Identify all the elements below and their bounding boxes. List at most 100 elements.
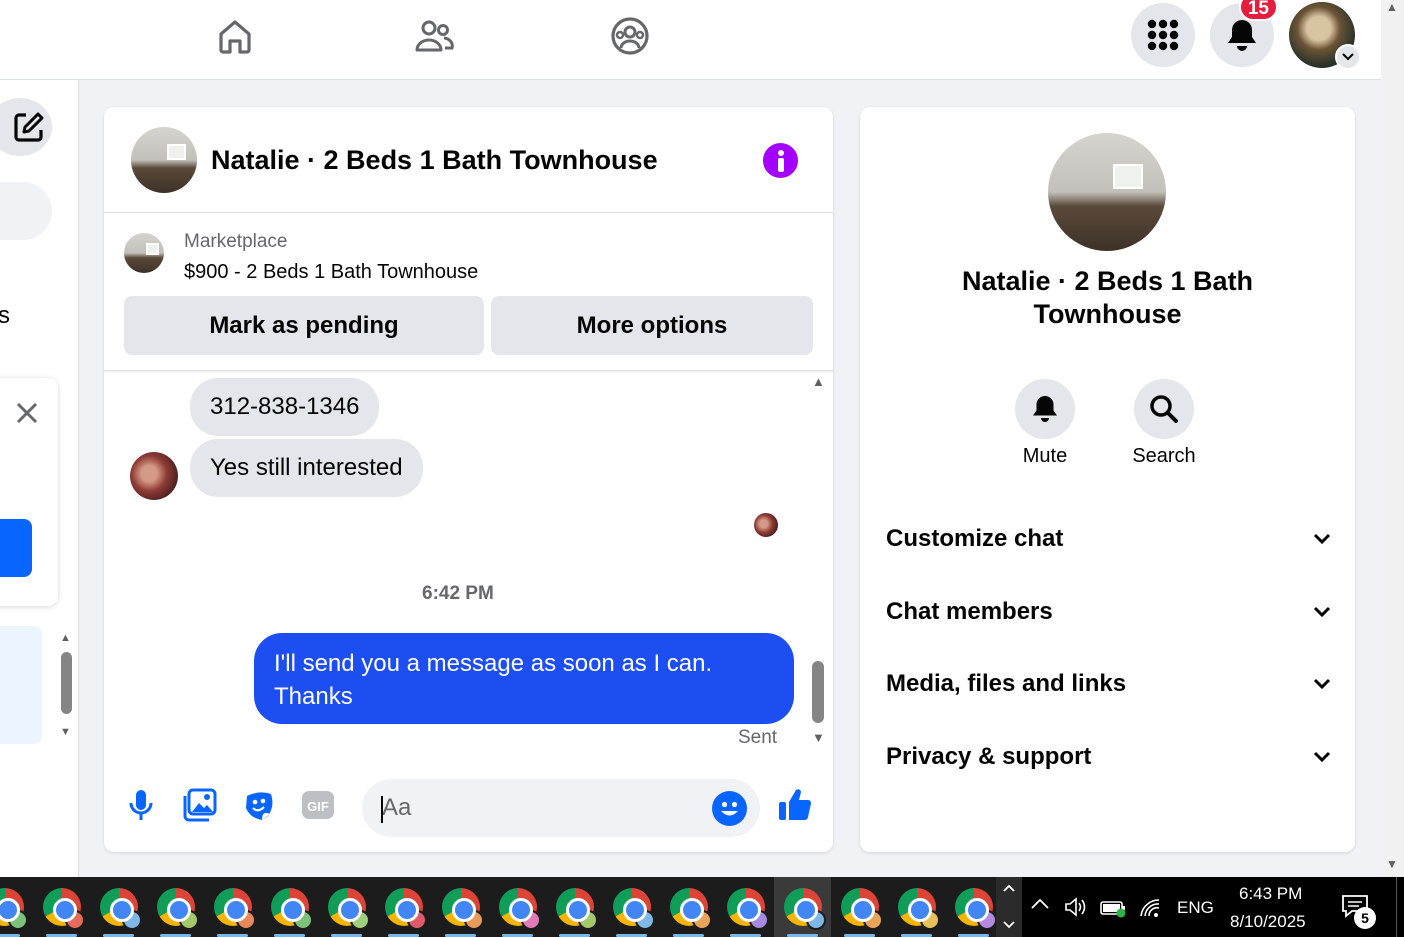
- page-scrollbar[interactable]: ▲ ▼: [1381, 0, 1404, 877]
- taskbar-chrome-window[interactable]: [945, 877, 1002, 937]
- customize-chat-section[interactable]: Customize chat: [886, 519, 1331, 559]
- close-icon[interactable]: [12, 398, 42, 428]
- search-label: Search: [1132, 445, 1196, 467]
- chat-header: Natalie · 2 Beds 1 Bath Townhouse: [104, 107, 833, 213]
- media-files-links-section[interactable]: Media, files and links: [886, 664, 1331, 704]
- message-timestamp: 6:42 PM: [422, 583, 494, 604]
- taskbar-chrome-window[interactable]: [33, 877, 90, 937]
- taskbar-chrome-window[interactable]: [0, 877, 33, 937]
- notifications-button[interactable]: 15: [1210, 0, 1278, 67]
- speaker-icon[interactable]: [1064, 896, 1088, 918]
- chrome-icon: [270, 888, 313, 930]
- taskbar-chrome-window[interactable]: [831, 877, 888, 937]
- gif-icon[interactable]: GIF: [299, 786, 337, 824]
- mute-circle[interactable]: [1015, 379, 1075, 439]
- message-composer: GIF: [104, 766, 833, 852]
- sidebar-scrollbar[interactable]: [61, 652, 72, 714]
- sender-avatar[interactable]: [130, 452, 178, 500]
- taskbar-chrome-window[interactable]: [774, 877, 831, 937]
- privacy-support-section[interactable]: Privacy & support: [886, 737, 1331, 777]
- taskbar-chrome-window[interactable]: [888, 877, 945, 937]
- page-scroll-up[interactable]: ▲: [1386, 0, 1398, 14]
- chrome-icon: [555, 888, 598, 930]
- taskbar-chrome-window[interactable]: [261, 877, 318, 937]
- incoming-message[interactable]: 312-838-1346: [190, 378, 380, 436]
- taskbar-chrome-window[interactable]: [90, 877, 147, 937]
- taskbar-chrome-window[interactable]: [375, 877, 432, 937]
- menu-grid-button[interactable]: [1131, 3, 1195, 67]
- taskbar-chrome-window[interactable]: [546, 877, 603, 937]
- outgoing-message[interactable]: I'll send you a message as soon as I can…: [254, 633, 794, 724]
- taskbar-chrome-window[interactable]: [204, 877, 261, 937]
- page-scroll-down[interactable]: ▼: [1386, 857, 1398, 871]
- listing-photo[interactable]: [131, 127, 197, 193]
- profile-badge: [748, 910, 769, 930]
- profile-badge: [121, 910, 142, 930]
- message-status: Sent: [738, 727, 778, 748]
- taskbar: ENG 6:43 PM 8/10/2025 5: [0, 877, 1404, 937]
- chat-info-button[interactable]: [763, 143, 798, 178]
- mark-as-pending-button[interactable]: Mark as pending: [124, 296, 484, 355]
- clock-date[interactable]: 8/10/2025: [1230, 912, 1306, 932]
- profile-badge: [349, 910, 370, 930]
- chevron-up-icon[interactable]: [1030, 897, 1050, 911]
- taskbar-chrome-window[interactable]: [489, 877, 546, 937]
- sidebar-scroll-down[interactable]: ▼: [60, 726, 71, 738]
- chevron-down-icon: [1313, 751, 1331, 763]
- message-thread: 312-838-1346 Yes still interested 6:42 P…: [104, 371, 833, 766]
- battery-icon[interactable]: [1100, 898, 1128, 918]
- new-message-button[interactable]: [0, 98, 52, 156]
- groups-icon[interactable]: [606, 12, 654, 60]
- chrome-icon: [0, 888, 28, 930]
- friends-icon[interactable]: [409, 12, 457, 60]
- taskbar-chrome-window[interactable]: [717, 877, 774, 937]
- search-button[interactable]: Search: [1114, 379, 1214, 468]
- chrome-icon: [840, 888, 883, 930]
- taskbar-chrome-window[interactable]: [432, 877, 489, 937]
- listing-price-title[interactable]: $900 - 2 Beds 1 Bath Townhouse: [184, 261, 478, 284]
- microphone-icon[interactable]: [122, 786, 160, 824]
- taskbar-chrome-window[interactable]: [660, 877, 717, 937]
- selected-chat-item[interactable]: [0, 626, 42, 744]
- more-options-button[interactable]: More options: [491, 296, 813, 355]
- show-desktop-button[interactable]: [1396, 877, 1404, 937]
- notification-center-count: 5: [1354, 907, 1376, 929]
- taskbar-chrome-window[interactable]: [318, 877, 375, 937]
- notification-badge: 15: [1238, 0, 1278, 21]
- profile-avatar[interactable]: [1289, 2, 1361, 70]
- info-title: Natalie · 2 Beds 1 Bath Townhouse: [961, 266, 1254, 329]
- sticker-icon[interactable]: [240, 786, 278, 824]
- taskbar-chrome-window[interactable]: [147, 877, 204, 937]
- photo-icon[interactable]: [181, 786, 219, 824]
- incoming-message[interactable]: Yes still interested: [190, 439, 423, 497]
- chrome-icon: [384, 888, 427, 930]
- wifi-icon[interactable]: [1139, 898, 1161, 918]
- thread-scroll-up[interactable]: ▲: [812, 374, 825, 389]
- emoji-icon[interactable]: [712, 791, 747, 826]
- listing-thumbnail[interactable]: [124, 233, 164, 273]
- taskbar-overflow-scroller[interactable]: [996, 877, 1022, 937]
- listing-photo-large[interactable]: [1048, 133, 1166, 251]
- chrome-icon: [327, 888, 370, 930]
- thumbs-up-icon[interactable]: [776, 786, 814, 824]
- input-language[interactable]: ENG: [1177, 898, 1214, 918]
- chat-members-section[interactable]: Chat members: [886, 592, 1331, 632]
- chevron-down-icon: [1313, 678, 1331, 690]
- account-menu-caret[interactable]: [1335, 44, 1361, 70]
- sidebar-scroll-up[interactable]: ▲: [60, 632, 71, 644]
- chat-title[interactable]: Natalie · 2 Beds 1 Bath Townhouse: [211, 145, 658, 176]
- thread-scrollbar[interactable]: [812, 661, 824, 723]
- search-circle[interactable]: [1134, 379, 1194, 439]
- message-input[interactable]: [362, 779, 760, 837]
- info-icon: [777, 149, 784, 172]
- thread-scroll-down[interactable]: ▼: [812, 730, 825, 745]
- home-icon[interactable]: [211, 12, 259, 60]
- chevron-down-icon: [1313, 533, 1331, 545]
- notice-action-button[interactable]: [0, 519, 32, 577]
- mute-button[interactable]: Mute: [995, 379, 1095, 468]
- profile-badge: [463, 910, 484, 930]
- chat-search-input[interactable]: [0, 182, 52, 240]
- chevron-down-icon: [1313, 606, 1331, 618]
- taskbar-chrome-window[interactable]: [603, 877, 660, 937]
- clock-time[interactable]: 6:43 PM: [1239, 884, 1302, 904]
